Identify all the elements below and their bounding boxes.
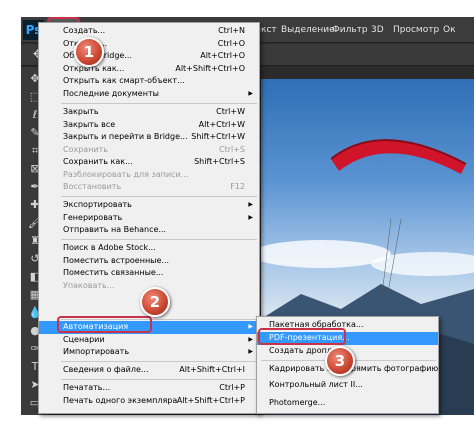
menu-item-open-smart-object[interactable]: Открыть как смарт-объект...: [39, 75, 259, 88]
menu-select[interactable]: Выделение: [281, 17, 335, 43]
menu-item-file-info[interactable]: Сведения о файле... Alt+Shift+Ctrl+I: [39, 364, 259, 377]
menu-item-export[interactable]: Экспортировать ▶: [39, 199, 259, 212]
menu-item-place-linked[interactable]: Поместить связанные...: [39, 267, 259, 280]
menu-item-browse-bridge[interactable]: Обзор в Bridge...Alt+Ctrl+O: [39, 50, 259, 63]
submenu-item-contact-sheet[interactable]: Контрольный лист II...: [257, 379, 438, 392]
step-badge-2: 2: [140, 287, 170, 317]
menu-item-scripts[interactable]: Сценарии ▶: [39, 334, 259, 347]
menu-item-open[interactable]: Открыть...Ctrl+O: [39, 38, 259, 51]
file-menu-dropdown: Создать...Ctrl+N Открыть...Ctrl+O Обзор …: [38, 22, 260, 414]
menu-view[interactable]: Просмотр: [393, 17, 439, 43]
menu-item-close[interactable]: Закрыть Ctrl+W: [39, 106, 259, 119]
step-badge-3: 3: [325, 346, 355, 376]
menu-item-close-go-bridge[interactable]: Закрыть и перейти в Bridge... Shift+Ctrl+…: [39, 131, 259, 144]
step-badge-1: 1: [74, 37, 104, 67]
document-tab-strip: [261, 67, 474, 79]
menu-item-new[interactable]: Создать... Ctrl+N: [39, 25, 259, 38]
menu-item-save: Сохранить Ctrl+S: [63, 144, 245, 154]
menu-item-close-all[interactable]: Закрыть все Alt+Ctrl+W: [39, 119, 259, 132]
menu-item-unlock-writing: Разблокировать для записи...: [63, 169, 189, 179]
menu-item-recent-documents[interactable]: Последние документы ▶: [39, 88, 259, 101]
menu-window[interactable]: Ок: [443, 17, 456, 43]
menu-item-import[interactable]: Импортировать ▶: [39, 346, 259, 359]
menu-item-share-behance[interactable]: Отправить на Behance...: [39, 224, 259, 237]
submenu-item-photomerge[interactable]: Photomerge...: [257, 397, 438, 410]
menu-item-save-as[interactable]: Сохранить как... Shift+Ctrl+S: [39, 156, 259, 169]
menu-item-revert: Восстановить F12: [63, 182, 245, 191]
menu-item-place-embedded[interactable]: Поместить встроенные...: [39, 255, 259, 268]
paraglider-wing: [331, 140, 466, 174]
menu-item-open-as[interactable]: Открыть как... Alt+Shift+Ctrl+O: [39, 63, 259, 76]
menu-item-generate[interactable]: Генерировать ▶: [39, 212, 259, 225]
menu-3d[interactable]: 3D: [371, 17, 384, 43]
automate-highlight-frame: [57, 316, 152, 333]
menu-item-print[interactable]: Печатать... Ctrl+P: [39, 382, 259, 395]
menu-item-search-adobe-stock[interactable]: Поиск в Adobe Stock...: [39, 242, 259, 255]
menu-item-print-one-copy[interactable]: Печать одного экземпляра Alt+Shift+Ctrl+P: [39, 395, 259, 408]
menu-filter[interactable]: Фильтр: [332, 17, 368, 43]
pdf-presentation-highlight-frame: [258, 328, 346, 345]
